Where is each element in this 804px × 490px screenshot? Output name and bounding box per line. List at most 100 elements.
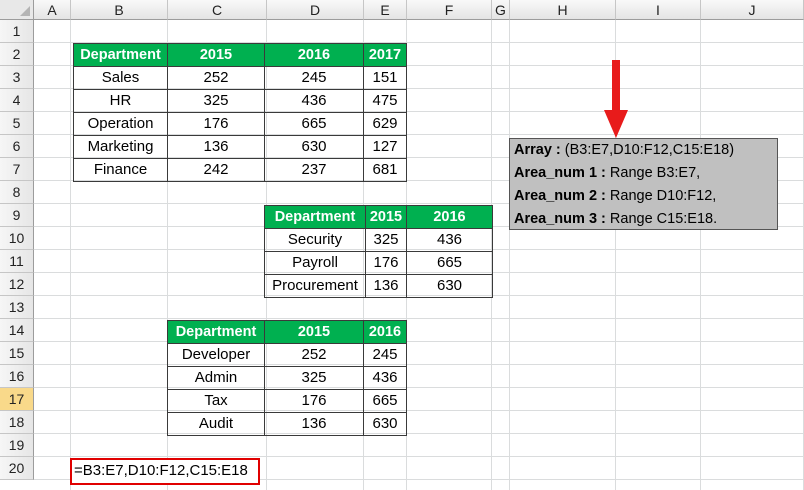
callout-line: Area_num 2 : Range D10:F12, [514, 188, 717, 204]
table-cell[interactable]: Finance [73, 158, 168, 182]
table-header-cell[interactable]: 2016 [406, 205, 493, 229]
row-header-18[interactable]: 18 [0, 411, 34, 434]
row-header-9[interactable]: 9 [0, 204, 34, 227]
row-header-11[interactable]: 11 [0, 250, 34, 273]
table-cell[interactable]: 176 [167, 112, 265, 136]
row-header-10[interactable]: 10 [0, 227, 34, 250]
row-header-1[interactable]: 1 [0, 20, 34, 43]
table-row: Sales 252 245 151 [73, 66, 407, 90]
table-cell[interactable]: Procurement [264, 274, 366, 298]
row-header-16[interactable]: 16 [0, 365, 34, 388]
row-header-17[interactable]: 17 [0, 388, 34, 411]
table-row: Finance 242 237 681 [73, 158, 407, 182]
row-header-12[interactable]: 12 [0, 273, 34, 296]
column-header-a[interactable]: A [34, 0, 71, 20]
column-header-g[interactable]: G [492, 0, 510, 20]
table-cell[interactable]: 136 [167, 135, 265, 159]
table-cell[interactable]: 176 [264, 389, 364, 413]
table-cell[interactable]: 630 [406, 274, 493, 298]
table-row: Procurement 136 630 [264, 274, 493, 298]
table-cell[interactable]: 245 [264, 66, 364, 90]
table-header-cell[interactable]: 2015 [167, 43, 265, 67]
table-cell[interactable]: 665 [363, 389, 407, 413]
callout-line: Area_num 3 : Range C15:E18. [514, 211, 718, 227]
table-cell[interactable]: 665 [406, 251, 493, 275]
row-header-19[interactable]: 19 [0, 434, 34, 457]
callout-line: Area_num 1 : Range B3:E7, [514, 165, 701, 181]
table-cell[interactable]: 252 [167, 66, 265, 90]
table-cell[interactable]: 665 [264, 112, 364, 136]
gridline [34, 341, 804, 342]
table-cell[interactable]: 136 [365, 274, 407, 298]
table-cell[interactable]: Audit [167, 412, 265, 436]
row-header-8[interactable]: 8 [0, 181, 34, 204]
row-header-2[interactable]: 2 [0, 43, 34, 66]
table-cell[interactable]: 136 [264, 412, 364, 436]
table-row: Developer 252 245 [167, 343, 407, 367]
column-header-c[interactable]: C [168, 0, 267, 20]
row-header-7[interactable]: 7 [0, 158, 34, 181]
column-header-i[interactable]: I [616, 0, 701, 20]
gridline [34, 318, 804, 319]
table-cell[interactable]: 242 [167, 158, 265, 182]
row-header-13[interactable]: 13 [0, 296, 34, 319]
table-cell[interactable]: HR [73, 89, 168, 113]
row-header-15[interactable]: 15 [0, 342, 34, 365]
table-cell[interactable]: 325 [365, 228, 407, 252]
table-header-cell[interactable]: Department [167, 320, 265, 344]
table-cell[interactable]: 436 [406, 228, 493, 252]
gridline [34, 456, 804, 457]
table-header-cell[interactable]: 2015 [264, 320, 364, 344]
table-cell[interactable]: 630 [264, 135, 364, 159]
table-cell[interactable]: 252 [264, 343, 364, 367]
table-cell[interactable]: 237 [264, 158, 364, 182]
column-header-f[interactable]: F [407, 0, 492, 20]
table-cell[interactable]: Sales [73, 66, 168, 90]
table-cell[interactable]: Operation [73, 112, 168, 136]
row-header-3[interactable]: 3 [0, 66, 34, 89]
table-cell[interactable]: 245 [363, 343, 407, 367]
table-cell[interactable]: Payroll [264, 251, 366, 275]
table-cell[interactable]: 436 [363, 366, 407, 390]
select-all-corner[interactable] [0, 0, 34, 20]
table-row: Tax 176 665 [167, 389, 407, 413]
column-header-b[interactable]: B [71, 0, 168, 20]
table-cell[interactable]: Developer [167, 343, 265, 367]
row-header-14[interactable]: 14 [0, 319, 34, 342]
column-header-j[interactable]: J [701, 0, 804, 20]
row-header-4[interactable]: 4 [0, 89, 34, 112]
table-cell[interactable]: Tax [167, 389, 265, 413]
table-header-cell[interactable]: 2016 [363, 320, 407, 344]
table-header-cell[interactable]: Department [264, 205, 366, 229]
department-table-3: Department 2015 2016 Developer 252 245 Admin 32… [167, 320, 407, 436]
gridline [34, 433, 804, 434]
column-header-d[interactable]: D [267, 0, 364, 20]
row-header-6[interactable]: 6 [0, 135, 34, 158]
table-cell[interactable]: 325 [167, 89, 265, 113]
table-row: Operation 176 665 629 [73, 112, 407, 136]
gridline [34, 410, 804, 411]
table-header-cell[interactable]: 2015 [365, 205, 407, 229]
table-cell[interactable]: 475 [363, 89, 407, 113]
table-cell[interactable]: 681 [363, 158, 407, 182]
table-cell[interactable]: 630 [363, 412, 407, 436]
table-cell[interactable]: 151 [363, 66, 407, 90]
table-cell[interactable]: 325 [264, 366, 364, 390]
table-cell[interactable]: 629 [363, 112, 407, 136]
column-header-e[interactable]: E [364, 0, 407, 20]
table-cell[interactable]: Security [264, 228, 366, 252]
column-header-h[interactable]: H [510, 0, 616, 20]
table-header-cell[interactable]: 2017 [363, 43, 407, 67]
formula-cell[interactable]: =B3:E7,D10:F12,C15:E18 [70, 458, 260, 485]
table-cell[interactable]: Marketing [73, 135, 168, 159]
gridline [509, 20, 510, 490]
table-cell[interactable]: 436 [264, 89, 364, 113]
callout-line: Array : (B3:E7,D10:F12,C15:E18) [514, 142, 735, 158]
row-header-5[interactable]: 5 [0, 112, 34, 135]
table-cell[interactable]: 176 [365, 251, 407, 275]
table-header-cell[interactable]: Department [73, 43, 168, 67]
table-cell[interactable]: 127 [363, 135, 407, 159]
row-header-20[interactable]: 20 [0, 457, 34, 480]
table-header-cell[interactable]: 2016 [264, 43, 364, 67]
table-cell[interactable]: Admin [167, 366, 265, 390]
